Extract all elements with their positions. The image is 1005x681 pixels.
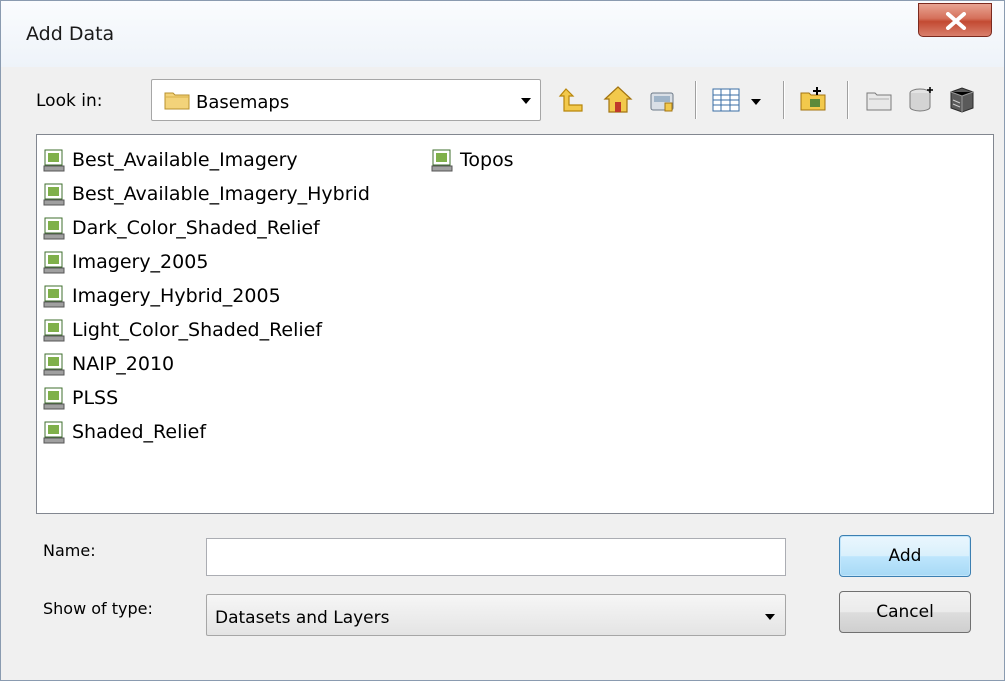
cancel-button[interactable]: Cancel <box>839 591 971 633</box>
layer-file-icon <box>43 421 65 444</box>
list-item[interactable]: Imagery_2005 <box>43 246 208 278</box>
new-folder-button[interactable] <box>797 83 831 117</box>
new-server-button[interactable] <box>945 83 979 117</box>
list-item-name: Imagery_2005 <box>72 251 209 273</box>
list-item-name: Shaded_Relief <box>72 421 207 443</box>
up-one-level-icon <box>558 88 583 112</box>
new-server-icon <box>950 87 974 113</box>
look-in-value: Basemaps <box>196 92 290 113</box>
window-title: Add Data <box>26 23 115 45</box>
new-file-geodatabase-button[interactable] <box>863 83 897 117</box>
toolbar-separator <box>695 81 696 119</box>
home-button[interactable] <box>601 83 635 117</box>
up-one-level-button[interactable] <box>556 83 590 117</box>
close-button[interactable] <box>918 3 992 37</box>
new-database-button[interactable] <box>904 83 938 117</box>
connect-folder-button[interactable] <box>646 83 680 117</box>
file-list[interactable]: Best_Available_Imagery Best_Available_Im… <box>36 134 994 514</box>
list-item-name: Best_Available_Imagery_Hybrid <box>72 183 370 205</box>
list-item-name: Light_Color_Shaded_Relief <box>72 319 323 341</box>
look-in-dropdown[interactable]: Basemaps <box>151 79 541 121</box>
add-data-dialog: Add Data Look in: Basemaps Best_Availabl… <box>0 0 1005 681</box>
chevron-down-icon <box>521 98 531 104</box>
view-options-icon <box>712 88 761 112</box>
show-of-type-value: Datasets and Layers <box>215 608 390 628</box>
name-label: Name: <box>43 541 96 560</box>
chevron-down-icon <box>765 614 775 620</box>
list-item[interactable]: Shaded_Relief <box>43 416 206 448</box>
look-in-label: Look in: <box>36 91 103 111</box>
new-database-icon <box>909 87 933 112</box>
list-item-name: Imagery_Hybrid_2005 <box>72 285 281 307</box>
layer-file-icon <box>43 387 65 410</box>
toolbar-separator <box>847 81 848 119</box>
new-folder-icon <box>800 87 826 111</box>
view-options-button[interactable] <box>711 83 771 117</box>
new-file-geodatabase-icon <box>866 92 892 111</box>
list-item[interactable]: Best_Available_Imagery <box>43 144 298 176</box>
list-item-name: Topos <box>460 149 514 171</box>
layer-file-icon <box>43 149 65 172</box>
layer-file-icon <box>43 353 65 376</box>
list-item[interactable]: Topos <box>431 144 514 176</box>
layer-file-icon <box>43 285 65 308</box>
layer-file-icon <box>43 183 65 206</box>
show-of-type-dropdown[interactable]: Datasets and Layers <box>206 594 786 636</box>
toolbar-separator <box>783 81 784 119</box>
layer-file-icon <box>43 217 65 240</box>
show-of-type-label: Show of type: <box>43 599 153 618</box>
list-item-name: Best_Available_Imagery <box>72 149 298 171</box>
layer-file-icon <box>431 149 453 172</box>
layer-file-icon <box>43 319 65 342</box>
list-item[interactable]: Best_Available_Imagery_Hybrid <box>43 178 370 210</box>
add-button[interactable]: Add <box>839 535 971 577</box>
close-icon <box>946 12 966 30</box>
name-field[interactable] <box>206 538 786 576</box>
title-bar[interactable]: Add Data <box>1 1 1004 67</box>
list-item[interactable]: Dark_Color_Shaded_Relief <box>43 212 320 244</box>
list-item[interactable]: Imagery_Hybrid_2005 <box>43 280 281 312</box>
layer-file-icon <box>43 251 65 274</box>
home-icon <box>603 86 633 113</box>
list-item[interactable]: PLSS <box>43 382 118 414</box>
list-item-name: PLSS <box>72 387 119 409</box>
folder-icon <box>164 92 190 110</box>
list-item-name: NAIP_2010 <box>72 353 175 375</box>
list-item[interactable]: NAIP_2010 <box>43 348 174 380</box>
connect-folder-icon <box>650 92 674 112</box>
list-item[interactable]: Light_Color_Shaded_Relief <box>43 314 322 346</box>
list-item-name: Dark_Color_Shaded_Relief <box>72 217 320 239</box>
